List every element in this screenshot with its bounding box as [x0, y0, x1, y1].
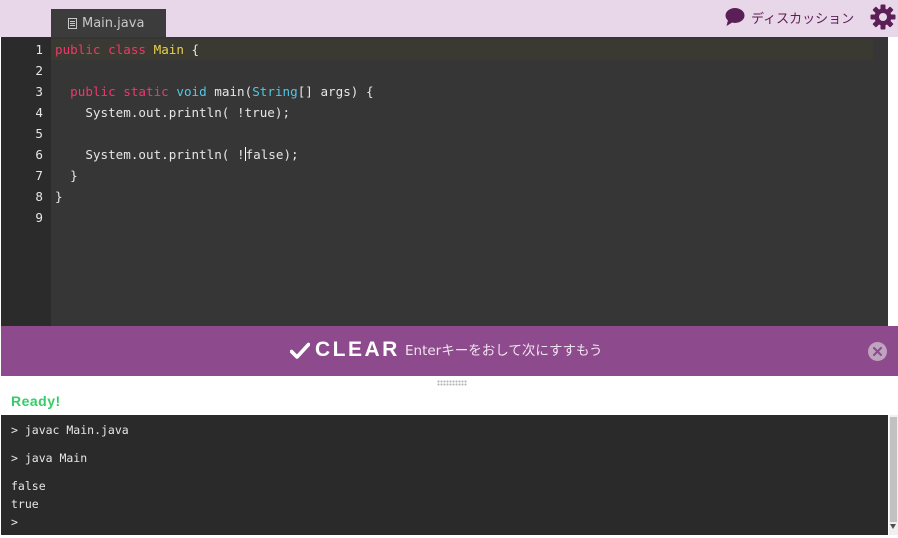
line-number: 1: [35, 42, 43, 57]
code-token: {: [183, 42, 200, 57]
code-line[interactable]: [51, 207, 888, 228]
code-token: Main: [153, 42, 184, 57]
code-token: }: [55, 168, 78, 183]
code-editor[interactable]: 1 2 3 4 5 6 7 8 9 public class Main { public sta…: [1, 37, 888, 326]
close-icon: [873, 347, 882, 356]
console-line: > javac Main.java: [11, 423, 129, 437]
scrollbar-thumb[interactable]: [890, 417, 897, 522]
console-scrollbar[interactable]: [889, 415, 898, 535]
code-token: System.out.println( !true);: [55, 105, 291, 120]
code-token: static: [123, 84, 169, 99]
status-text: Ready!: [11, 393, 61, 409]
line-number: 6: [35, 147, 43, 162]
code-token: [] args) {: [297, 84, 374, 99]
line-number: 2: [35, 63, 43, 78]
console-line: true: [11, 497, 39, 511]
code-line[interactable]: System.out.println( !true);: [51, 102, 888, 123]
code-area[interactable]: public class Main { public static void m…: [51, 37, 888, 326]
console-line: false: [11, 479, 46, 493]
code-line[interactable]: [51, 60, 888, 81]
code-token: System.out.println( !: [55, 147, 245, 162]
clear-subtitle: Enterキーをおして次にすすもう: [405, 343, 603, 359]
code-line[interactable]: System.out.println( !false);: [51, 144, 888, 165]
clear-title: CLEAR: [315, 338, 400, 361]
code-token: false);: [245, 147, 299, 162]
top-bar: Main.java ディスカッション: [0, 0, 898, 37]
line-number: 4: [35, 105, 43, 120]
line-number: 5: [35, 126, 43, 141]
line-number: 8: [35, 189, 43, 204]
discussion-button[interactable]: ディスカッション: [725, 6, 854, 28]
close-banner-button[interactable]: [868, 342, 887, 361]
code-line[interactable]: [51, 123, 888, 144]
file-icon: [68, 17, 77, 29]
line-number-gutter: 1 2 3 4 5 6 7 8 9: [1, 37, 51, 326]
scroll-down-arrow-icon[interactable]: [890, 524, 896, 529]
code-token: void: [176, 84, 207, 99]
code-token: public: [55, 42, 101, 57]
code-line[interactable]: public static void main(String[] args) {: [51, 81, 888, 102]
console-output[interactable]: > javac Main.java > java Main false true >: [1, 415, 888, 535]
gear-icon[interactable]: [870, 4, 896, 30]
line-number: 3: [35, 84, 43, 99]
code-token: public: [70, 84, 116, 99]
code-token: String: [252, 84, 298, 99]
code-token: main(: [206, 84, 253, 99]
code-token: class: [108, 42, 147, 57]
discussion-label: ディスカッション: [751, 11, 855, 27]
checkmark-icon: [290, 342, 310, 359]
console-line: >: [11, 515, 18, 529]
speech-bubble-icon: [725, 8, 745, 26]
code-line[interactable]: public class Main {: [51, 39, 873, 60]
line-number: 9: [35, 210, 43, 225]
file-tab-label: Main.java: [82, 15, 145, 31]
code-line[interactable]: }: [51, 165, 888, 186]
code-token: }: [55, 189, 63, 204]
console-line: > java Main: [11, 451, 88, 465]
file-tab-main-java[interactable]: Main.java: [51, 9, 166, 37]
code-line[interactable]: }: [51, 186, 888, 207]
panel-resize-handle[interactable]: [437, 380, 467, 386]
line-number: 7: [35, 168, 43, 183]
